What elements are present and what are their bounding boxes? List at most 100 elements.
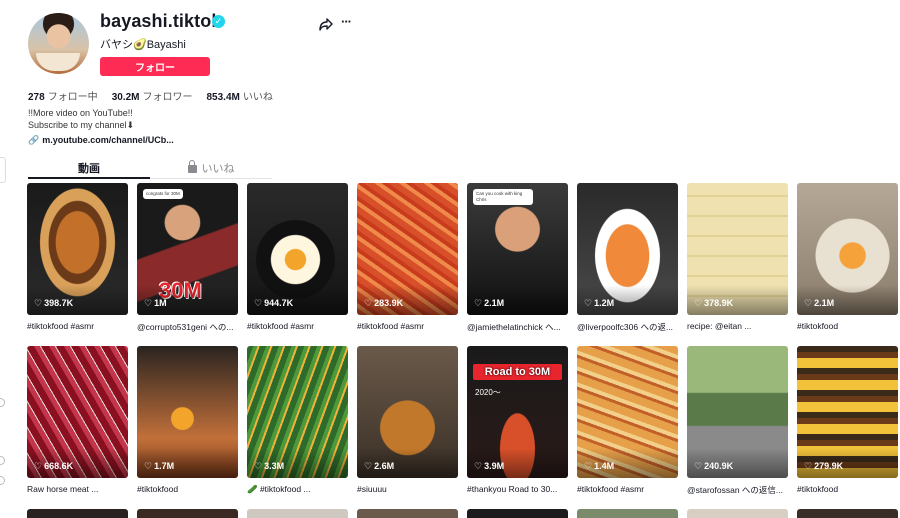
video-card-partial[interactable] [687,509,788,518]
video-card[interactable]: ♡ 398.7K #tiktokfood #asmr [27,183,128,331]
view-count: ♡ 1.2M [584,298,614,309]
video-caption[interactable]: #tiktokfood #asmr [27,321,128,331]
view-count-text: 2.6M [374,461,395,471]
tab-liked-label: いいね [201,163,235,175]
followers-count[interactable]: 30.2M フォロワー [112,88,193,103]
profile-nickname: バヤシ🥑Bayashi [100,39,186,51]
heart-icon: ♡ [694,461,703,471]
reply-bubble: congrats for 30M [143,189,183,199]
view-count-text: 2.1M [484,298,505,308]
video-thumbnail[interactable]: congrats for 30M30M♡1M [137,183,238,315]
heart-icon: ♡ [254,298,263,308]
video-card-partial[interactable] [27,509,128,518]
video-card[interactable]: ♡ 378.9K recipe: @eitan ... [687,183,788,331]
video-card[interactable]: ♡ 2.1M #tiktokfood [797,183,898,331]
video-caption[interactable]: @liverpoolfc306 への返... [577,321,678,333]
sidebar-edge-ring [0,398,5,407]
video-thumbnail[interactable]: ♡ 3.3M [247,346,348,478]
video-caption[interactable]: #tiktokfood #asmr [577,484,678,494]
video-card[interactable]: ♡ 668.6K Raw horse meat ... [27,346,128,494]
thumbnail-overlay-text: Road to 30M [473,364,562,380]
video-thumbnail[interactable]: ♡ 1.2M [577,183,678,315]
video-caption[interactable]: #tiktokfood [797,484,898,494]
video-card[interactable]: ♡ 1.2M @liverpoolfc306 への返... [577,183,678,333]
video-thumbnail[interactable]: Can you cook with king Chris ♡ 2.1M [467,183,568,315]
tab-videos[interactable]: 動画 [28,160,150,176]
video-thumbnail[interactable]: ♡ 279.9K [797,346,898,478]
video-thumbnail[interactable]: ♡ 240.9K [687,346,788,478]
view-count-text: 3.3M [264,461,285,471]
video-thumbnail[interactable]: ♡ 2.6M [357,346,458,478]
heart-icon: ♡ [584,298,593,308]
video-card-partial[interactable] [137,509,238,518]
video-card[interactable]: ♡ 283.9K #tiktokfood #asmr [357,183,458,331]
video-thumbnail[interactable]: ♡ 283.9K [357,183,458,315]
video-card[interactable]: ♡ 3.3M 🥒 #tiktokfood ... [247,346,348,495]
video-thumbnail[interactable]: ♡ 668.6K [27,346,128,478]
video-card[interactable]: ♡ 1.4M #tiktokfood #asmr [577,346,678,494]
profile-bio: !!More video on YouTube!! Subscribe to m… [28,107,134,131]
video-card-partial[interactable] [357,509,458,518]
video-caption[interactable]: @starofossan への返信... [687,484,788,496]
video-card-partial[interactable] [577,509,678,518]
video-thumbnail[interactable]: ♡ 378.9K [687,183,788,315]
share-icon[interactable] [318,16,334,32]
view-count: ♡ 1M [144,298,167,309]
video-card[interactable]: congrats for 30M30M♡1M @corrupto531geni へ… [137,183,238,333]
video-card[interactable]: ♡ 944.7K #tiktokfood #asmr [247,183,348,331]
video-card[interactable]: ♡ 1.7M #tiktokfood [137,346,238,494]
video-thumbnail[interactable]: ♡ 944.7K [247,183,348,315]
video-card[interactable]: Road to 30M 2020〜 ♡ 3.9M #thankyou Road to 3… [467,346,568,494]
bio-line: Subscribe to my channel⬇ [28,120,135,130]
video-caption[interactable]: @jamiethelatinchick へ... [467,321,568,333]
view-count: ♡ 279.9K [804,461,843,472]
video-caption[interactable]: recipe: @eitan ... [687,321,788,331]
view-count: ♡ 1.4M [584,461,614,472]
more-options-icon[interactable]: ··· [341,15,357,32]
profile-link-text[interactable]: m.youtube.com/channel/UCb... [42,135,174,145]
heart-icon: ♡ [364,461,373,471]
heart-icon: ♡ [804,298,813,308]
video-card-partial[interactable] [797,509,898,518]
view-count: ♡ 668.6K [34,461,73,472]
view-count-text: 398.7K [44,298,74,308]
video-card-partial[interactable] [247,509,348,518]
follow-button[interactable]: フォロー [100,57,210,76]
likes-count: 853.4M いいね [206,92,273,103]
profile-username: bayashi.tiktok [100,11,222,31]
view-count-text: 283.9K [374,298,404,308]
video-thumbnail[interactable]: Road to 30M 2020〜 ♡ 3.9M [467,346,568,478]
video-caption[interactable]: #tiktokfood [137,484,238,494]
video-caption[interactable]: #tiktokfood #asmr [357,321,458,331]
video-caption[interactable]: #tiktokfood [797,321,898,331]
view-count: ♡ 3.9M [474,461,504,472]
video-caption[interactable]: #thankyou Road to 30... [467,484,568,494]
heart-icon: ♡ [474,461,483,471]
view-count: ♡ 2.1M [474,298,504,309]
video-caption[interactable]: @corrupto531geni への... [137,321,238,333]
video-caption[interactable]: #siuuuu [357,484,458,494]
tab-liked[interactable]: いいね [150,160,272,176]
video-caption[interactable]: 🥒 #tiktokfood ... [247,484,348,495]
profile-link[interactable]: 🔗 m.youtube.com/channel/UCb... [28,135,174,146]
video-thumbnail[interactable]: ♡ 1.7M [137,346,238,478]
video-caption[interactable]: Raw horse meat ... [27,484,128,494]
view-count-text: 3.9M [484,461,505,471]
verified-badge-icon: ✓ [212,15,225,28]
sidebar-edge-ring [0,456,5,465]
view-count: ♡ 398.7K [34,298,73,309]
heart-icon: ♡ [144,298,153,308]
video-card-partial[interactable] [467,509,568,518]
video-card[interactable]: ♡ 240.9K @starofossan への返信... [687,346,788,496]
view-count: ♡ 2.1M [804,298,834,309]
video-card[interactable]: ♡ 2.6M #siuuuu [357,346,458,494]
video-card[interactable]: Can you cook with king Chris ♡ 2.1M @jamiet… [467,183,568,333]
following-count[interactable]: 278 フォロー中 [28,88,98,103]
video-thumbnail[interactable]: ♡ 1.4M [577,346,678,478]
heart-icon: ♡ [254,461,263,471]
video-thumbnail[interactable]: ♡ 398.7K [27,183,128,315]
video-caption[interactable]: #tiktokfood #asmr [247,321,348,331]
video-thumbnail[interactable]: ♡ 2.1M [797,183,898,315]
video-card[interactable]: ♡ 279.9K #tiktokfood [797,346,898,494]
view-count: ♡ 3.3M [254,461,284,472]
